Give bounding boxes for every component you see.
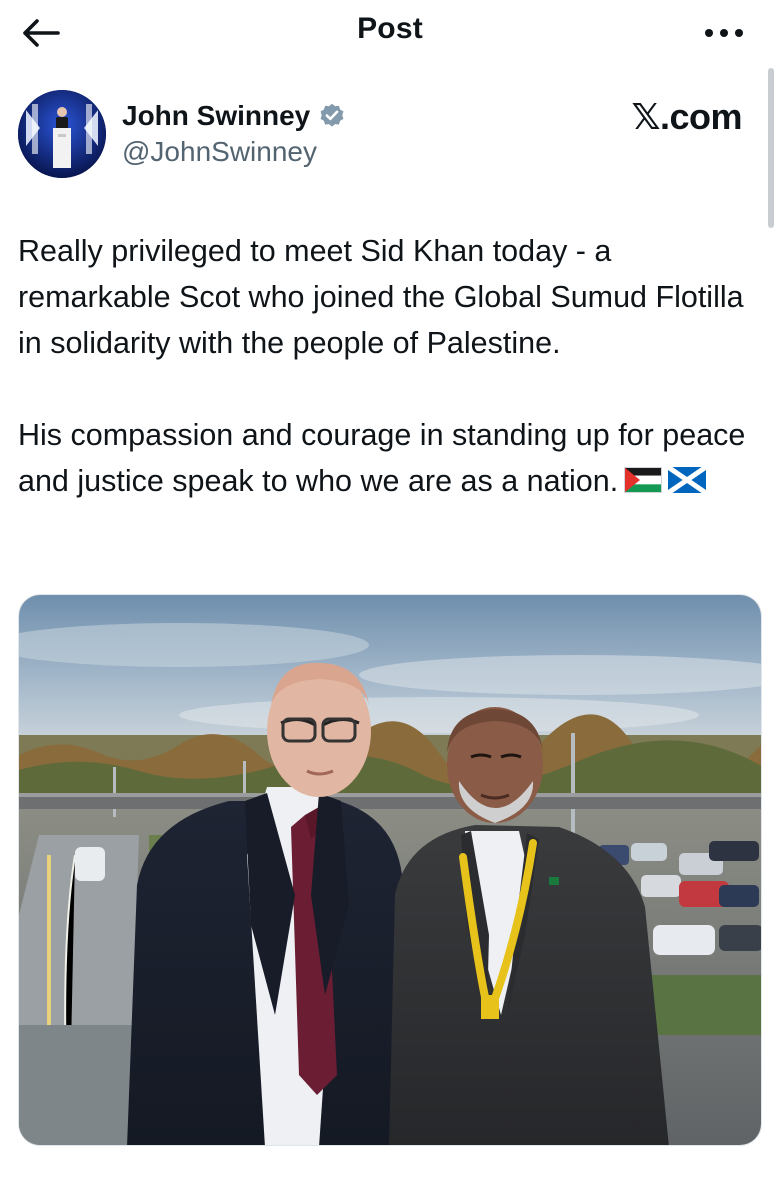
post-header: John Swinney @JohnSwinney 𝕏.com [0,82,780,192]
post-paragraph-2-container: His compassion and courage in standing u… [18,412,748,506]
author-name-row[interactable]: John Swinney [122,98,346,134]
more-options-button[interactable] [694,12,754,54]
scotland-flag-icon [666,460,708,506]
x-logo: 𝕏.com [631,96,742,137]
page-title: Post [357,12,423,45]
avatar[interactable] [18,90,106,178]
top-bar: Post [0,0,780,66]
post-image[interactable] [18,594,762,1146]
post-paragraph-1: Really privileged to meet Sid Khan today… [18,234,744,360]
post-text: Really privileged to meet Sid Khan today… [18,228,748,506]
author-name[interactable]: John Swinney [122,100,310,132]
verified-badge-icon [318,102,346,130]
palestine-flag-icon [624,460,663,506]
author-handle[interactable]: @JohnSwinney [122,136,317,168]
more-horizontal-icon [705,29,743,37]
